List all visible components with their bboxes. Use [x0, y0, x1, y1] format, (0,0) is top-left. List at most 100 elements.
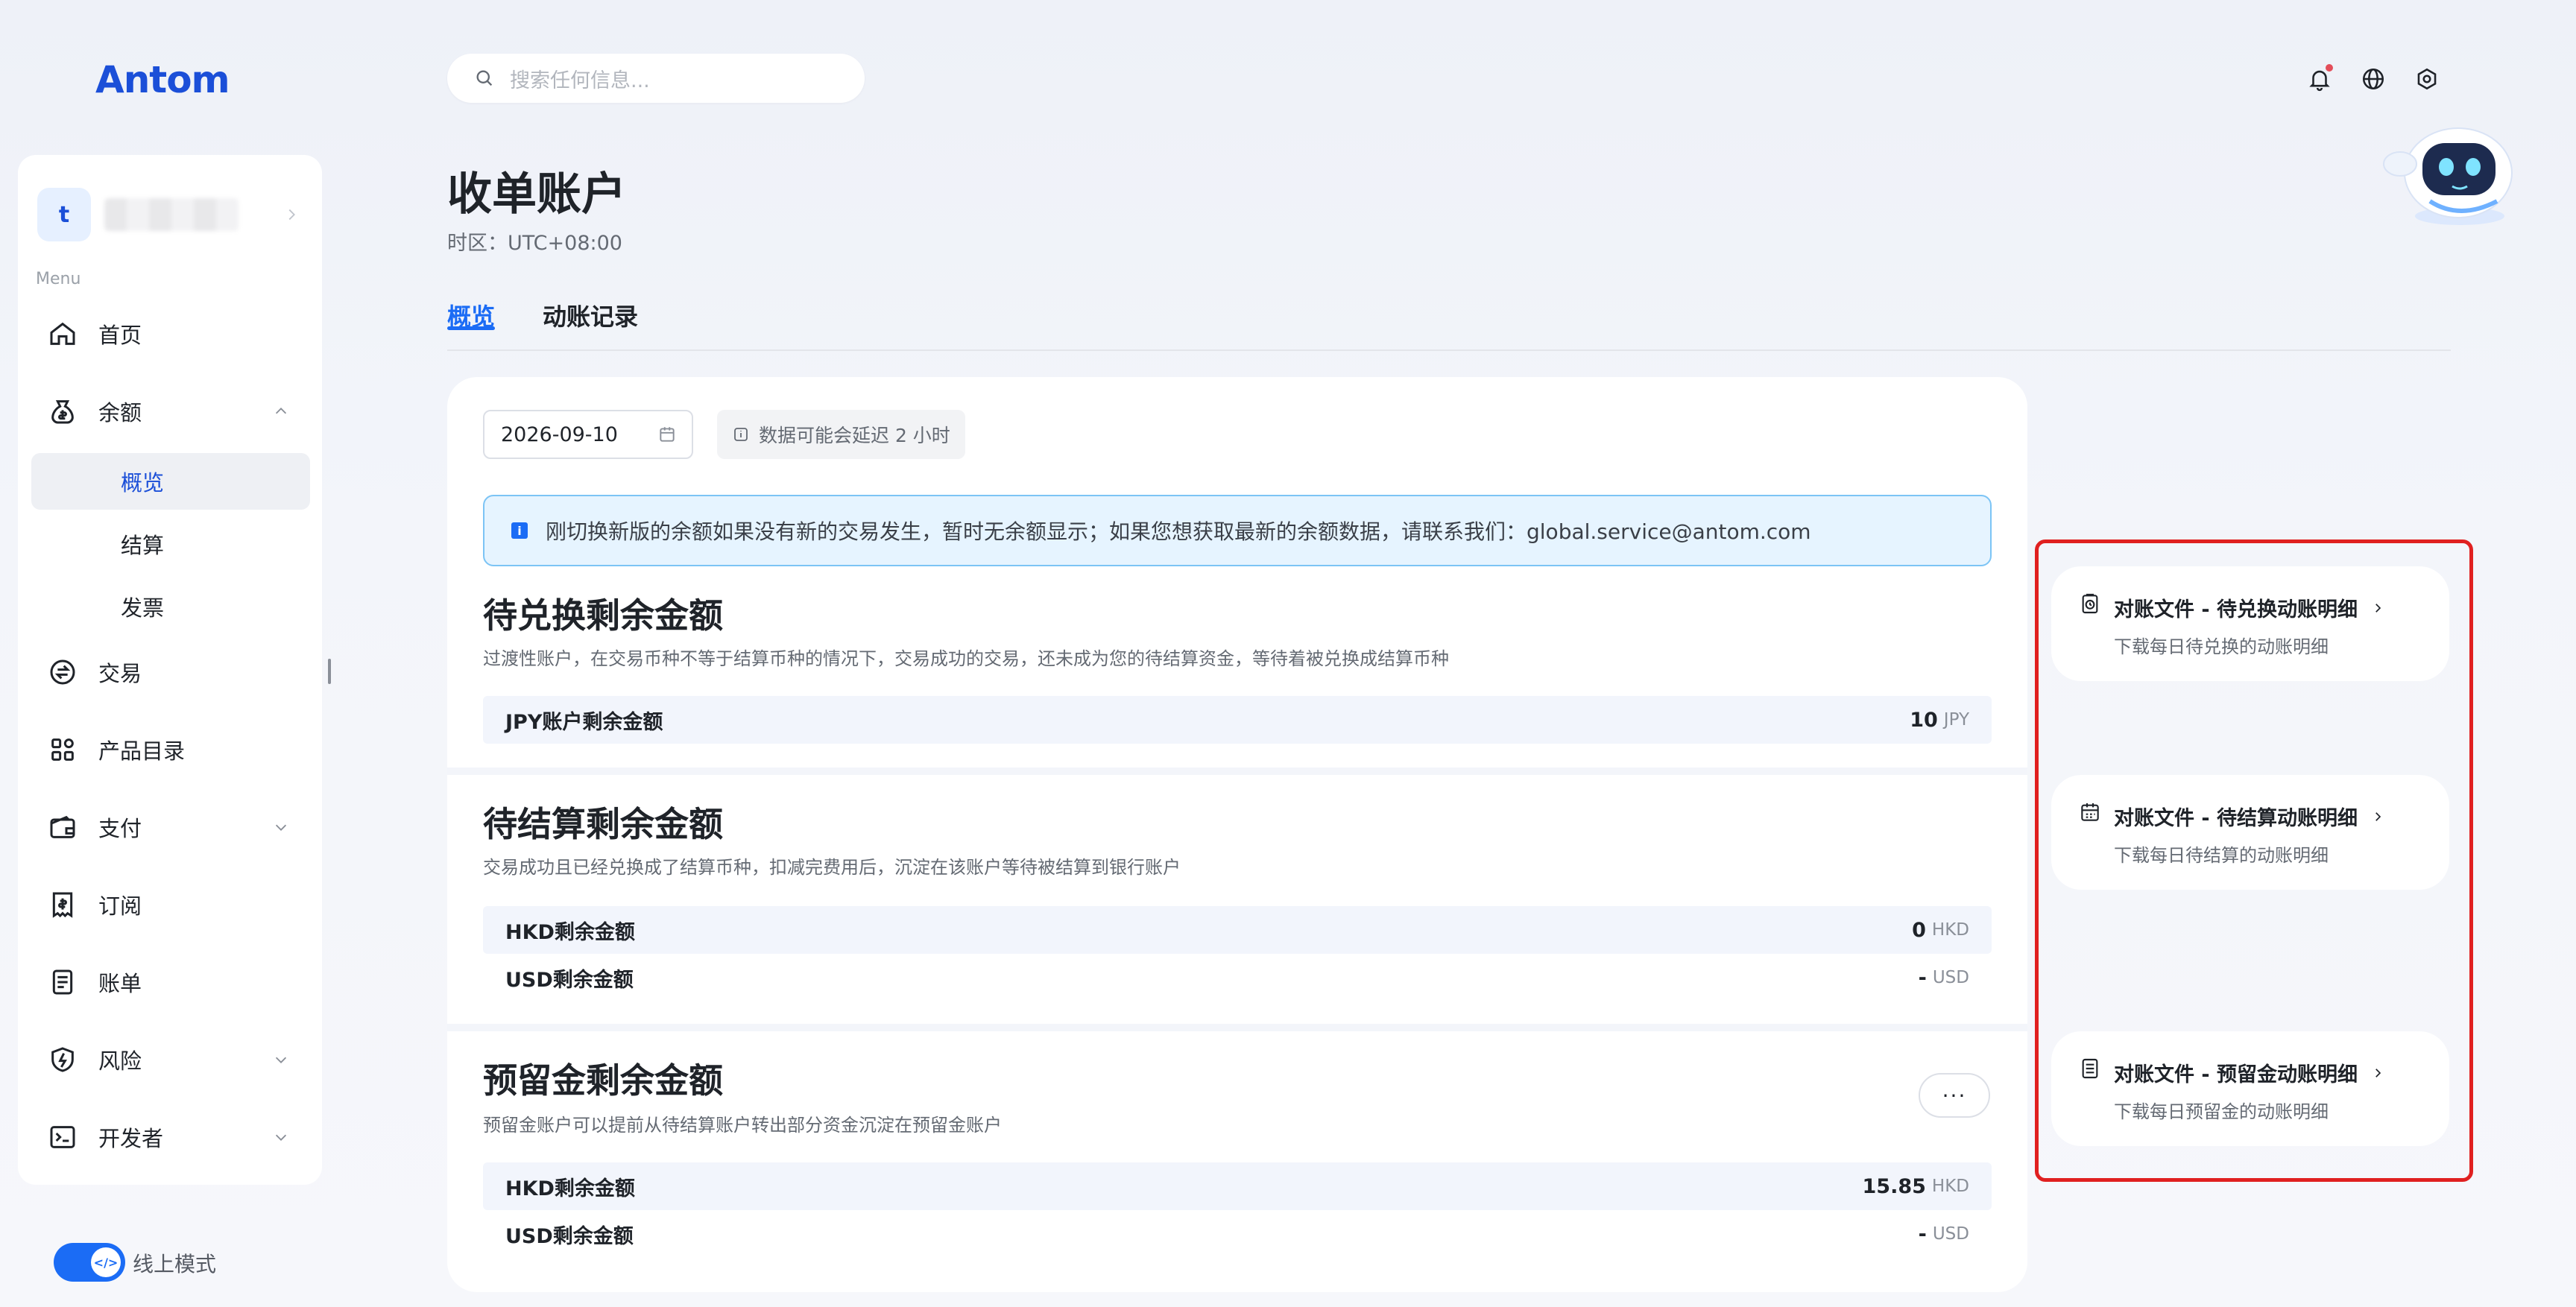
notification-button[interactable]	[2305, 64, 2334, 94]
chevron-right-icon	[2375, 1068, 2381, 1077]
sidebar-item-label: 余额	[98, 400, 142, 425]
grid-icon	[51, 738, 74, 761]
search-input[interactable]: 搜索任何信息...	[447, 54, 865, 103]
globe-icon	[2362, 68, 2384, 90]
page-title: 收单账户	[447, 168, 626, 221]
exchange-icon	[50, 659, 75, 685]
account-switcher[interactable]: t	[37, 185, 306, 244]
sidebar-resize-handle[interactable]	[328, 659, 331, 684]
active-tab-indicator	[447, 326, 495, 330]
chevron-right-icon	[2375, 603, 2381, 613]
section-separator	[447, 1024, 2027, 1031]
card-title: 对账文件 - 待结算动账明细	[2114, 802, 2384, 831]
sidebar-subitem-overview[interactable]: 概览	[31, 453, 310, 510]
section-description: 交易成功且已经兑换成了结算币种，扣减完费用后，沉淀在该账户等待被结算到银行账户	[483, 857, 1181, 878]
balance-amount: 0	[1912, 918, 1926, 942]
info-notice: i 刚切换新版的余额如果没有新的交易发生，暂时无余额显示；如果您想获取最新的余额…	[483, 495, 1992, 566]
avatar: t	[37, 188, 91, 241]
sidebar-item-label: 开发者	[98, 1126, 164, 1151]
antom-logo[interactable]: Antom	[95, 58, 230, 101]
sidebar-item-label: 风险	[98, 1048, 142, 1074]
section-description: 预留金账户可以提前从待结算账户转出部分资金沉淀在预留金账户	[483, 1115, 1002, 1136]
wallet-icon	[50, 815, 75, 838]
sidebar-item-balance[interactable]: 余额	[31, 383, 310, 440]
more-options-button[interactable]: ···	[1919, 1073, 1990, 1118]
timezone-label: 时区：UTC+08:00	[447, 232, 622, 255]
balance-row: HKD剩余金额 15.85 HKD	[483, 1162, 1992, 1210]
balance-amount: 10	[1910, 708, 1938, 732]
balance-currency: JPY	[1943, 710, 1969, 730]
sidebar-item-label: 首页	[98, 323, 142, 348]
balance-amount: 15.85	[1862, 1174, 1926, 1198]
balance-label: HKD剩余金额	[505, 1177, 635, 1200]
settings-button[interactable]	[2412, 64, 2442, 94]
sidebar-item-subscriptions[interactable]: 订阅	[31, 876, 310, 933]
sidebar-item-home[interactable]: 首页	[31, 306, 310, 362]
balance-currency: USD	[1932, 968, 1969, 987]
balance-row: HKD剩余金额 0 HKD	[483, 906, 1992, 954]
chevron-down-icon	[275, 1057, 287, 1063]
chevron-down-icon	[275, 824, 287, 831]
chevron-up-icon	[275, 408, 287, 414]
search-icon	[476, 70, 493, 86]
reconciliation-file-pending-exchange[interactable]: 对账文件 - 待兑换动账明细 下载每日待兑换的动账明细	[2051, 566, 2449, 681]
section-title: 待结算剩余金额	[483, 804, 723, 844]
card-description: 下载每日待兑换的动账明细	[2114, 636, 2329, 657]
sidebar-item-transactions[interactable]: 交易	[31, 644, 310, 700]
balance-currency: HKD	[1931, 920, 1969, 940]
account-name-redacted	[104, 198, 239, 231]
date-value: 2026-09-10	[501, 423, 618, 446]
sidebar: t Menu 首页 余额 概览 结算 发票 交易 产品目录 支付 订阅 账单 风…	[18, 155, 322, 1185]
section-title: 预留金剩余金额	[483, 1060, 723, 1101]
balance-label: USD剩余金额	[505, 968, 634, 992]
live-mode-toggle[interactable]: </>	[54, 1243, 125, 1282]
sidebar-item-label: 交易	[98, 661, 142, 686]
sidebar-subitem-invoice[interactable]: 发票	[31, 578, 310, 635]
balance-amount: -	[1918, 1222, 1927, 1246]
terminal-icon	[50, 1126, 75, 1148]
shield-icon	[51, 1047, 74, 1072]
chevron-right-icon	[2375, 811, 2381, 821]
document-icon	[2082, 1058, 2098, 1079]
sidebar-item-bills[interactable]: 账单	[31, 954, 310, 1010]
balance-icon	[51, 400, 74, 424]
assistant-robot-icon[interactable]	[2378, 112, 2527, 231]
card-title-text: 对账文件 - 待结算动账明细	[2114, 807, 2358, 830]
tab-account-activity[interactable]: 动账记录	[543, 298, 638, 332]
section-title: 待兑换剩余金额	[483, 595, 723, 636]
card-description: 下载每日预留金的动账明细	[2114, 1101, 2329, 1122]
search-placeholder: 搜索任何信息...	[510, 69, 650, 92]
sidebar-item-catalog[interactable]: 产品目录	[31, 721, 310, 778]
sidebar-subitem-settlement[interactable]: 结算	[31, 516, 310, 572]
reconciliation-file-pending-settlement[interactable]: 对账文件 - 待结算动账明细 下载每日待结算的动账明细	[2051, 775, 2449, 890]
balance-label: HKD剩余金额	[505, 920, 635, 944]
sidebar-item-risk[interactable]: 风险	[31, 1031, 310, 1088]
card-title: 对账文件 - 预留金动账明细	[2114, 1058, 2384, 1087]
notification-dot	[2326, 64, 2333, 72]
info-icon	[734, 428, 748, 441]
chevron-down-icon	[275, 1134, 287, 1141]
data-delay-tag: 数据可能会延迟 2 小时	[717, 410, 965, 459]
section-separator	[447, 768, 2027, 775]
tabs-divider	[447, 349, 2451, 351]
reconciliation-file-reserve[interactable]: 对账文件 - 预留金动账明细 下载每日预留金的动账明细	[2051, 1031, 2449, 1146]
info-icon: i	[511, 522, 528, 539]
card-title: 对账文件 - 待兑换动账明细	[2114, 593, 2384, 622]
sidebar-item-label: 支付	[98, 816, 142, 841]
menu-label: Menu	[36, 270, 81, 288]
balance-overview-panel: 2026-09-10 数据可能会延迟 2 小时 i 刚切换新版的余额如果没有新的…	[447, 377, 2027, 1292]
home-icon	[50, 322, 75, 345]
chevron-right-icon	[288, 209, 295, 221]
sidebar-item-developer[interactable]: 开发者	[31, 1109, 310, 1165]
date-picker[interactable]: 2026-09-10	[483, 410, 693, 459]
language-button[interactable]	[2358, 64, 2388, 94]
card-title-text: 对账文件 - 预留金动账明细	[2114, 1063, 2358, 1086]
balance-row: JPY账户剩余金额 10 JPY	[483, 696, 1992, 744]
delay-text: 数据可能会延迟 2 小时	[759, 425, 950, 446]
balance-row: USD剩余金额 - USD	[483, 1210, 1992, 1258]
code-icon: </>	[91, 1247, 121, 1277]
subscription-icon	[52, 892, 73, 918]
sidebar-item-label: 账单	[98, 971, 142, 996]
clipboard-clock-icon	[2082, 593, 2098, 614]
sidebar-item-payments[interactable]: 支付	[31, 799, 310, 855]
